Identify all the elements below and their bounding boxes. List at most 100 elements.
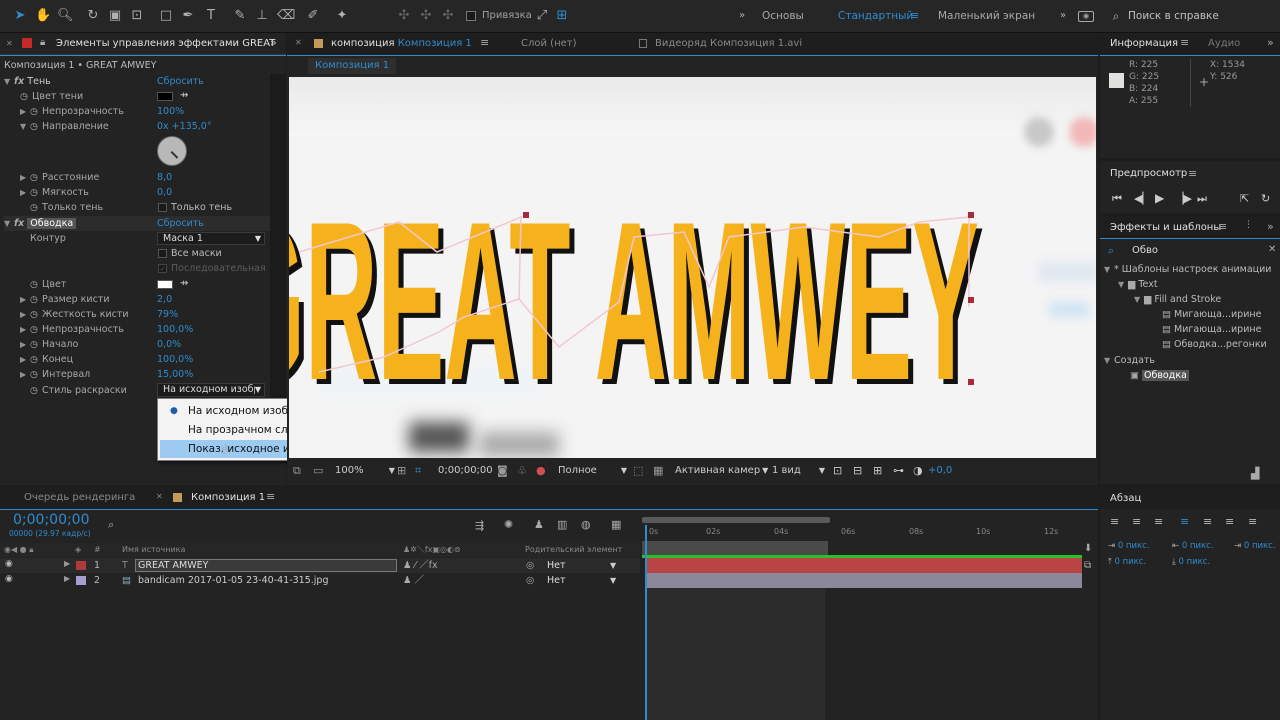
tab-effect-controls[interactable]: Элементы управления эффектами GREAT — [56, 38, 275, 49]
more-workspaces-icon[interactable]: » — [1055, 8, 1071, 24]
tree-preset-2[interactable]: ▤ Мигающа...ирине — [1162, 322, 1261, 337]
always-preview-icon[interactable]: ⧉ — [293, 464, 301, 478]
current-time-indicator[interactable] — [645, 525, 647, 720]
zoom-select[interactable]: 100% ▼ — [335, 465, 395, 476]
snap-icon[interactable]: ⤢ — [534, 8, 550, 24]
info-menu-icon[interactable]: ≡ — [1180, 36, 1189, 49]
preview-menu-icon[interactable]: ≡ — [1188, 167, 1197, 180]
canvas-text-layer[interactable]: GREAT AMWEY GREAT AMWEY — [289, 77, 1096, 458]
tree-generate-category[interactable]: ▼ Создать — [1104, 353, 1155, 368]
eyedropper-icon[interactable]: ⇸ — [180, 90, 188, 101]
views-select[interactable]: 1 вид ▼ — [772, 465, 825, 476]
stroke-path-select[interactable]: Маска 1 ▼ — [157, 232, 265, 245]
help-search-input[interactable]: Поиск в справке — [1128, 10, 1219, 22]
effect-controls-scrollbar[interactable] — [270, 74, 286, 434]
stroke-color-swatch[interactable] — [157, 280, 173, 289]
justify-left-icon[interactable]: ≡ — [1180, 515, 1189, 528]
rectangle-tool-icon[interactable]: □ — [158, 8, 174, 24]
tree-animation-presets[interactable]: ▼ * Шаблоны настроек анимации — [1104, 262, 1271, 277]
snapping-checkbox[interactable] — [466, 11, 476, 21]
indent-left-field[interactable]: ⇥ 0 пикс. — [1108, 541, 1150, 551]
work-area-bar[interactable] — [642, 517, 830, 523]
indent-right-field[interactable]: ⇤ 0 пикс. — [1172, 541, 1214, 551]
region-of-interest-icon[interactable]: ⬚ — [633, 464, 643, 477]
layer-row[interactable]: ◉ ▶ 1 T GREAT AMWEY ♟ ⁄ ／fx ◎ Нет ▼ — [0, 558, 640, 573]
new-preset-icon[interactable]: ▟ — [1251, 467, 1259, 480]
parent-select[interactable]: Нет — [547, 573, 566, 588]
timeline-menu-icon[interactable]: ≡ — [266, 490, 275, 503]
tree-stroke-effect[interactable]: ▣ Обводка — [1130, 368, 1189, 383]
close-panel-icon[interactable]: ✕ — [6, 39, 13, 48]
timeline-icon[interactable]: ⊞ — [873, 464, 882, 477]
channels-icon[interactable]: ● — [536, 464, 546, 477]
clone-stamp-tool-icon[interactable]: ⊥ — [254, 8, 270, 24]
export-icon[interactable]: ⇱ — [1240, 192, 1249, 205]
shadow-softness-value[interactable]: 0,0 — [157, 185, 172, 200]
toggle-pixel-aspect-icon[interactable]: ⊡ — [833, 464, 842, 477]
tab-info[interactable]: Информация — [1110, 38, 1178, 49]
effect-shadow-reset[interactable]: Сбросить — [157, 74, 204, 89]
layer-label-swatch[interactable] — [76, 576, 86, 585]
workspace-standard[interactable]: Стандартный — [838, 10, 913, 22]
brush-tool-icon[interactable]: ✎ — [232, 8, 248, 24]
local-axis-icon[interactable]: ✣ — [396, 8, 412, 24]
reset-exposure-icon[interactable]: ◑ — [913, 464, 923, 477]
expand-panel-icon[interactable]: » — [270, 36, 277, 49]
effects-search-input[interactable]: Обво — [1132, 245, 1158, 256]
prev-frame-icon[interactable]: ◀︎▏ — [1134, 192, 1151, 205]
stroke-end-value[interactable]: 100,0% — [157, 352, 193, 367]
effect-shadow-header[interactable]: ▼ fx Тень — [4, 74, 51, 89]
parent-dropdown-icon[interactable]: ▼ — [610, 573, 616, 588]
fast-preview-icon[interactable]: ⊟ — [853, 464, 862, 477]
eraser-tool-icon[interactable]: ⌫ — [277, 8, 295, 24]
composition-mini-flowchart-icon[interactable]: ⇶ — [475, 519, 484, 532]
expand-layer-icon[interactable]: ▶ — [64, 559, 70, 568]
vertical-menu-icon[interactable]: ⋮ — [1244, 220, 1253, 230]
tree-text-folder[interactable]: ▼ ▆ Text — [1118, 277, 1158, 292]
chevron-left-icon[interactable]: » — [734, 8, 750, 24]
composition-viewer[interactable]: GREAT AMWEY GREAT AMWEY — [289, 77, 1096, 458]
close-timeline-icon[interactable]: ✕ — [156, 492, 163, 501]
effect-stroke-header[interactable]: ▼ fx Обводка — [4, 216, 270, 231]
work-area-range[interactable] — [642, 541, 828, 555]
sync-settings-icon[interactable]: ◉ — [1078, 11, 1094, 22]
eye-icon[interactable]: ◉ — [5, 574, 13, 584]
workspace-basics[interactable]: Основы — [762, 10, 804, 22]
justify-all-icon[interactable]: ≡ — [1248, 515, 1257, 528]
layer-switches[interactable]: ♟ ⁄ ／fx — [403, 558, 438, 573]
sequential-checkbox[interactable]: ✓ — [158, 264, 167, 273]
align-right-icon[interactable]: ≡ — [1154, 515, 1163, 528]
pan-behind-tool-icon[interactable]: ⊡ — [129, 8, 145, 24]
layer-bar-text[interactable] — [645, 558, 1082, 573]
space-after-field[interactable]: ⤓ 0 пикс. — [1172, 557, 1210, 567]
comp-menu-icon[interactable]: ≡ — [480, 36, 489, 49]
eye-icon[interactable]: ◉ — [5, 559, 13, 569]
show-snapshot-icon[interactable]: ♧ — [517, 464, 527, 477]
brush-size-value[interactable]: 2,0 — [157, 292, 172, 307]
first-frame-icon[interactable]: ⏮ — [1112, 192, 1122, 206]
space-before-field[interactable]: ⤒ 0 пикс. — [1108, 557, 1146, 567]
resolution-select[interactable]: Полное ▼ — [558, 465, 627, 476]
title-safe-icon[interactable]: ⊞ — [397, 464, 406, 477]
comp-breadcrumb[interactable]: Композиция 1 — [308, 58, 397, 74]
graph-editor-icon[interactable]: ▦ — [611, 518, 621, 531]
frame-blending-icon[interactable]: ▥ — [557, 518, 567, 531]
workspace-menu-icon[interactable]: ≡ — [910, 9, 919, 22]
comp-button-icon[interactable]: ⬇ — [1084, 543, 1092, 554]
expand-right-icon[interactable]: » — [1267, 36, 1274, 49]
tree-preset-3[interactable]: ▤ Обводка...регонки — [1162, 337, 1267, 352]
shy-icon[interactable]: ♟ — [534, 518, 544, 531]
comp-timecode[interactable]: 0;00;00;00 — [438, 465, 493, 476]
tab-footage[interactable]: Видеоряд Композиция 1.avi — [655, 38, 802, 49]
effect-stroke-reset[interactable]: Сбросить — [157, 216, 204, 231]
hand-tool-icon[interactable]: ✋ — [35, 8, 51, 24]
shadow-opacity-value[interactable]: 100% — [157, 104, 184, 119]
brush-hardness-value[interactable]: 79% — [157, 307, 178, 322]
parent-dropdown-icon[interactable]: ▼ — [610, 558, 616, 573]
time-ruler[interactable]: 0s 02s 04s 06s 08s 10s 12s — [640, 515, 1082, 557]
tab-timeline-comp[interactable]: Композиция 1 — [191, 492, 265, 503]
justify-center-icon[interactable]: ≡ — [1203, 515, 1212, 528]
align-center-icon[interactable]: ≡ — [1132, 515, 1141, 528]
rotate-tool-icon[interactable]: ↻ — [85, 8, 101, 24]
all-masks-checkbox[interactable] — [158, 249, 167, 258]
